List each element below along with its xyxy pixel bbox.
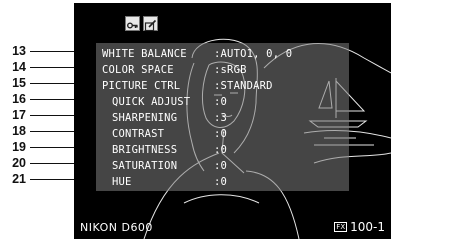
callout-14: 14: [12, 60, 26, 74]
quick-adjust-row: QUICK ADJUST :0: [102, 96, 227, 109]
brightness-row: BRIGHTNESS :0: [102, 144, 227, 157]
callout-20: 20: [12, 156, 26, 170]
callout-18: 18: [12, 124, 26, 138]
sharpening-label: SHARPENING: [112, 112, 178, 124]
color-space-row: COLOR SPACE :sRGB: [102, 64, 247, 77]
callout-17: 17: [12, 108, 26, 122]
camera-model: NIKON D600: [80, 221, 153, 234]
contrast-label: CONTRAST: [112, 128, 165, 140]
color-space-label: COLOR SPACE: [102, 64, 174, 76]
brightness-value: :0: [214, 144, 228, 156]
sharpening-value: :3: [214, 112, 228, 124]
hue-row: HUE :0: [102, 176, 227, 189]
callout-16: 16: [12, 92, 26, 106]
picture-control-value: :STANDARD: [214, 80, 273, 92]
callout-13: 13: [12, 44, 26, 58]
contrast-row: CONTRAST :0: [102, 128, 227, 141]
sharpening-row: SHARPENING :3: [102, 112, 227, 125]
frame-indicator: FX 100-1: [334, 220, 385, 234]
fx-format-badge: FX: [334, 222, 348, 232]
white-balance-value: :AUTO1, 0, 0: [214, 48, 293, 60]
callout-19: 19: [12, 140, 26, 154]
color-space-value: :sRGB: [214, 64, 247, 76]
picture-control-row: PICTURE CTRL :STANDARD: [102, 80, 273, 93]
contrast-value: :0: [214, 128, 228, 140]
brightness-label: BRIGHTNESS: [112, 144, 178, 156]
hue-label: HUE: [112, 176, 132, 188]
camera-lcd-screen: WHITE BALANCE :AUTO1, 0, 0 COLOR SPACE :sR…: [74, 3, 391, 239]
quick-adjust-label: QUICK ADJUST: [112, 96, 191, 108]
callout-21: 21: [12, 172, 26, 186]
white-balance-label: WHITE BALANCE: [102, 48, 187, 60]
retouch-icon: [143, 16, 158, 32]
quick-adjust-value: :0: [214, 96, 228, 108]
frame-number: 100-1: [350, 220, 385, 234]
picture-control-label: PICTURE CTRL: [102, 80, 181, 92]
hue-value: :0: [214, 176, 228, 188]
saturation-value: :0: [214, 160, 228, 172]
saturation-label: SATURATION: [112, 160, 178, 172]
white-balance-row: WHITE BALANCE :AUTO1, 0, 0: [102, 48, 292, 61]
saturation-row: SATURATION :0: [102, 160, 227, 173]
protect-key-icon: [125, 16, 140, 31]
callout-15: 15: [12, 76, 26, 90]
top-status-icons: [125, 16, 158, 32]
